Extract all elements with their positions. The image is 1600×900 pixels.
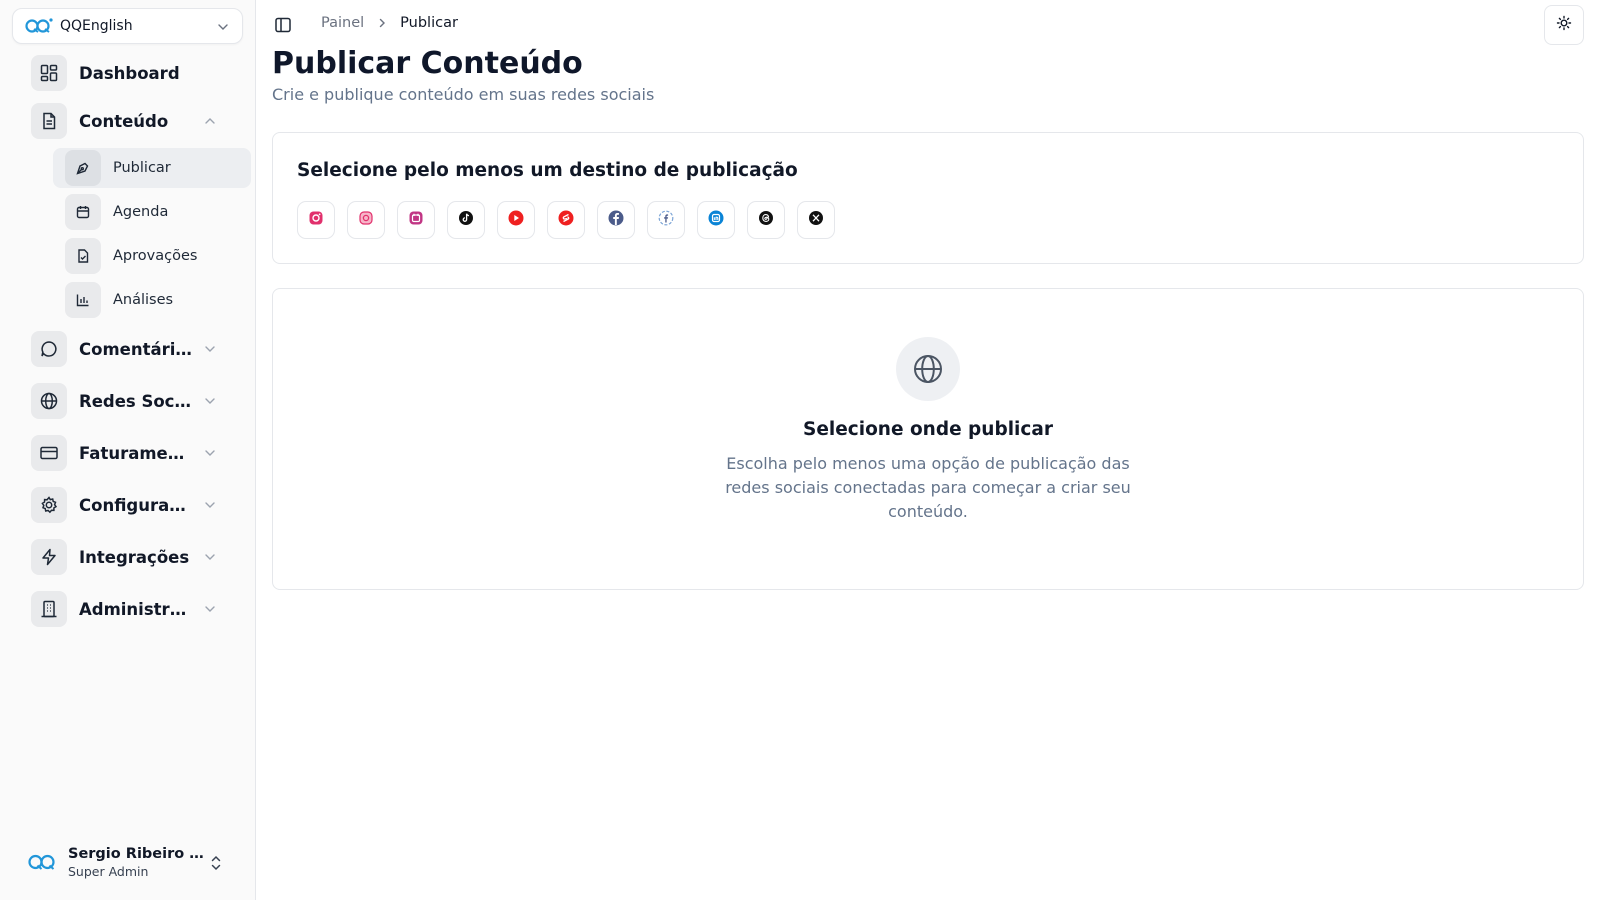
platform-facebook-button[interactable] — [597, 201, 635, 239]
instagram-stories-icon — [408, 210, 424, 230]
platform-youtube-shorts-button[interactable] — [547, 201, 585, 239]
chevron-down-icon — [203, 497, 217, 511]
nav-conteudo[interactable]: Conteúdo — [31, 102, 231, 140]
facebook-stories-icon — [658, 210, 674, 230]
nav-redes-sociais[interactable]: Redes Sociais — [31, 382, 231, 420]
nav-configuracoes[interactable]: Configurações — [31, 486, 231, 524]
sub-item-label: Agenda — [113, 204, 169, 220]
nav-faturamento[interactable]: Faturamento — [31, 434, 231, 472]
chevron-down-icon — [203, 601, 217, 615]
file-check-icon — [65, 238, 101, 274]
sub-item-analises[interactable]: Análises — [53, 280, 251, 320]
platform-instagram-business-button[interactable] — [347, 201, 385, 239]
chevron-down-icon — [203, 393, 217, 407]
theme-toggle-button[interactable] — [1544, 5, 1584, 45]
nav-label: Integrações — [79, 547, 190, 567]
nav-dashboard[interactable]: Dashboard — [31, 54, 231, 92]
platform-linkedin-button[interactable] — [697, 201, 735, 239]
facebook-icon — [608, 210, 624, 230]
sub-item-label: Análises — [113, 292, 174, 308]
org-switcher[interactable]: QQEnglish — [12, 8, 243, 44]
platform-instagram-button[interactable] — [297, 201, 335, 239]
destination-card: Selecione pelo menos um destino de publi… — [272, 132, 1584, 264]
nav-label: Conteúdo — [79, 111, 169, 131]
credit-card-icon — [31, 435, 67, 471]
sub-item-publicar[interactable]: Publicar — [53, 148, 251, 188]
chevron-down-icon — [203, 549, 217, 563]
empty-state-title: Selecione onde publicar — [803, 419, 1053, 440]
destination-heading: Selecione pelo menos um destino de publi… — [297, 160, 798, 181]
chevron-down-icon — [203, 445, 217, 459]
nav-label: Configurações — [79, 495, 193, 515]
user-menu[interactable]: Sergio Ribeiro Costa Super Admin — [28, 842, 238, 882]
platform-instagram-stories-button[interactable] — [397, 201, 435, 239]
platform-list — [297, 201, 835, 239]
nav-comentarios[interactable]: Comentários — [31, 330, 231, 368]
qq-logo-icon — [25, 17, 53, 35]
globe-icon — [896, 337, 960, 401]
gear-icon — [31, 487, 67, 523]
nav-label: Comentários — [79, 339, 193, 359]
chevron-up-icon — [203, 113, 217, 127]
chevron-down-icon — [216, 19, 230, 33]
page-title: Publicar Conteúdo — [272, 46, 583, 81]
platform-youtube-button[interactable] — [497, 201, 535, 239]
sidebar: QQEnglish Dashboard Conteúdo Publicar Ag… — [0, 0, 256, 900]
platform-tiktok-button[interactable] — [447, 201, 485, 239]
breadcrumb: Painel Publicar — [321, 15, 458, 31]
user-role: Super Admin — [68, 863, 149, 879]
youtube-shorts-icon — [558, 210, 574, 230]
breadcrumb-current: Publicar — [400, 15, 458, 31]
bar-chart-icon — [65, 282, 101, 318]
sub-item-label: Publicar — [113, 160, 171, 176]
nav-label: Faturamento — [79, 443, 193, 463]
zap-icon — [31, 539, 67, 575]
breadcrumb-root-link[interactable]: Painel — [321, 15, 364, 31]
instagram-icon — [308, 210, 324, 230]
chevron-down-icon — [203, 341, 217, 355]
sub-item-aprovacoes[interactable]: Aprovações — [53, 236, 251, 276]
document-icon — [31, 103, 67, 139]
chevron-right-icon — [376, 17, 388, 29]
page-subtitle: Crie e publique conteúdo em suas redes s… — [272, 85, 655, 104]
chevrons-up-down-icon — [208, 854, 224, 872]
calendar-icon — [65, 194, 101, 230]
tiktok-icon — [458, 210, 474, 230]
sub-item-label: Aprovações — [113, 248, 198, 264]
platform-x-button[interactable] — [797, 201, 835, 239]
threads-icon — [758, 210, 774, 230]
x-icon — [808, 210, 824, 230]
nav-integracoes[interactable]: Integrações — [31, 538, 231, 576]
org-name: QQEnglish — [60, 18, 133, 34]
nav-label: Dashboard — [79, 63, 180, 83]
pen-tool-icon — [65, 150, 101, 186]
empty-state-card: Selecione onde publicar Escolha pelo men… — [272, 288, 1584, 590]
nav-administracao[interactable]: Administração — [31, 590, 231, 628]
nav-label: Redes Sociais — [79, 391, 193, 411]
building-icon — [31, 591, 67, 627]
nav-label: Administração — [79, 599, 193, 619]
message-circle-icon — [31, 331, 67, 367]
linkedin-icon — [708, 210, 724, 230]
platform-facebook-stories-button[interactable] — [647, 201, 685, 239]
avatar — [28, 851, 58, 873]
sub-item-agenda[interactable]: Agenda — [53, 192, 251, 232]
user-meta: Sergio Ribeiro Costa Super Admin — [68, 846, 208, 879]
empty-state-description: Escolha pelo menos uma opção de publicaç… — [725, 454, 1131, 521]
dashboard-icon — [31, 55, 67, 91]
youtube-icon — [508, 210, 524, 230]
globe-icon — [31, 383, 67, 419]
user-name: Sergio Ribeiro Costa — [68, 845, 208, 862]
sun-icon — [1556, 15, 1572, 35]
sidebar-toggle-button[interactable] — [272, 14, 294, 36]
instagram-outline-icon — [358, 210, 374, 230]
platform-threads-button[interactable] — [747, 201, 785, 239]
